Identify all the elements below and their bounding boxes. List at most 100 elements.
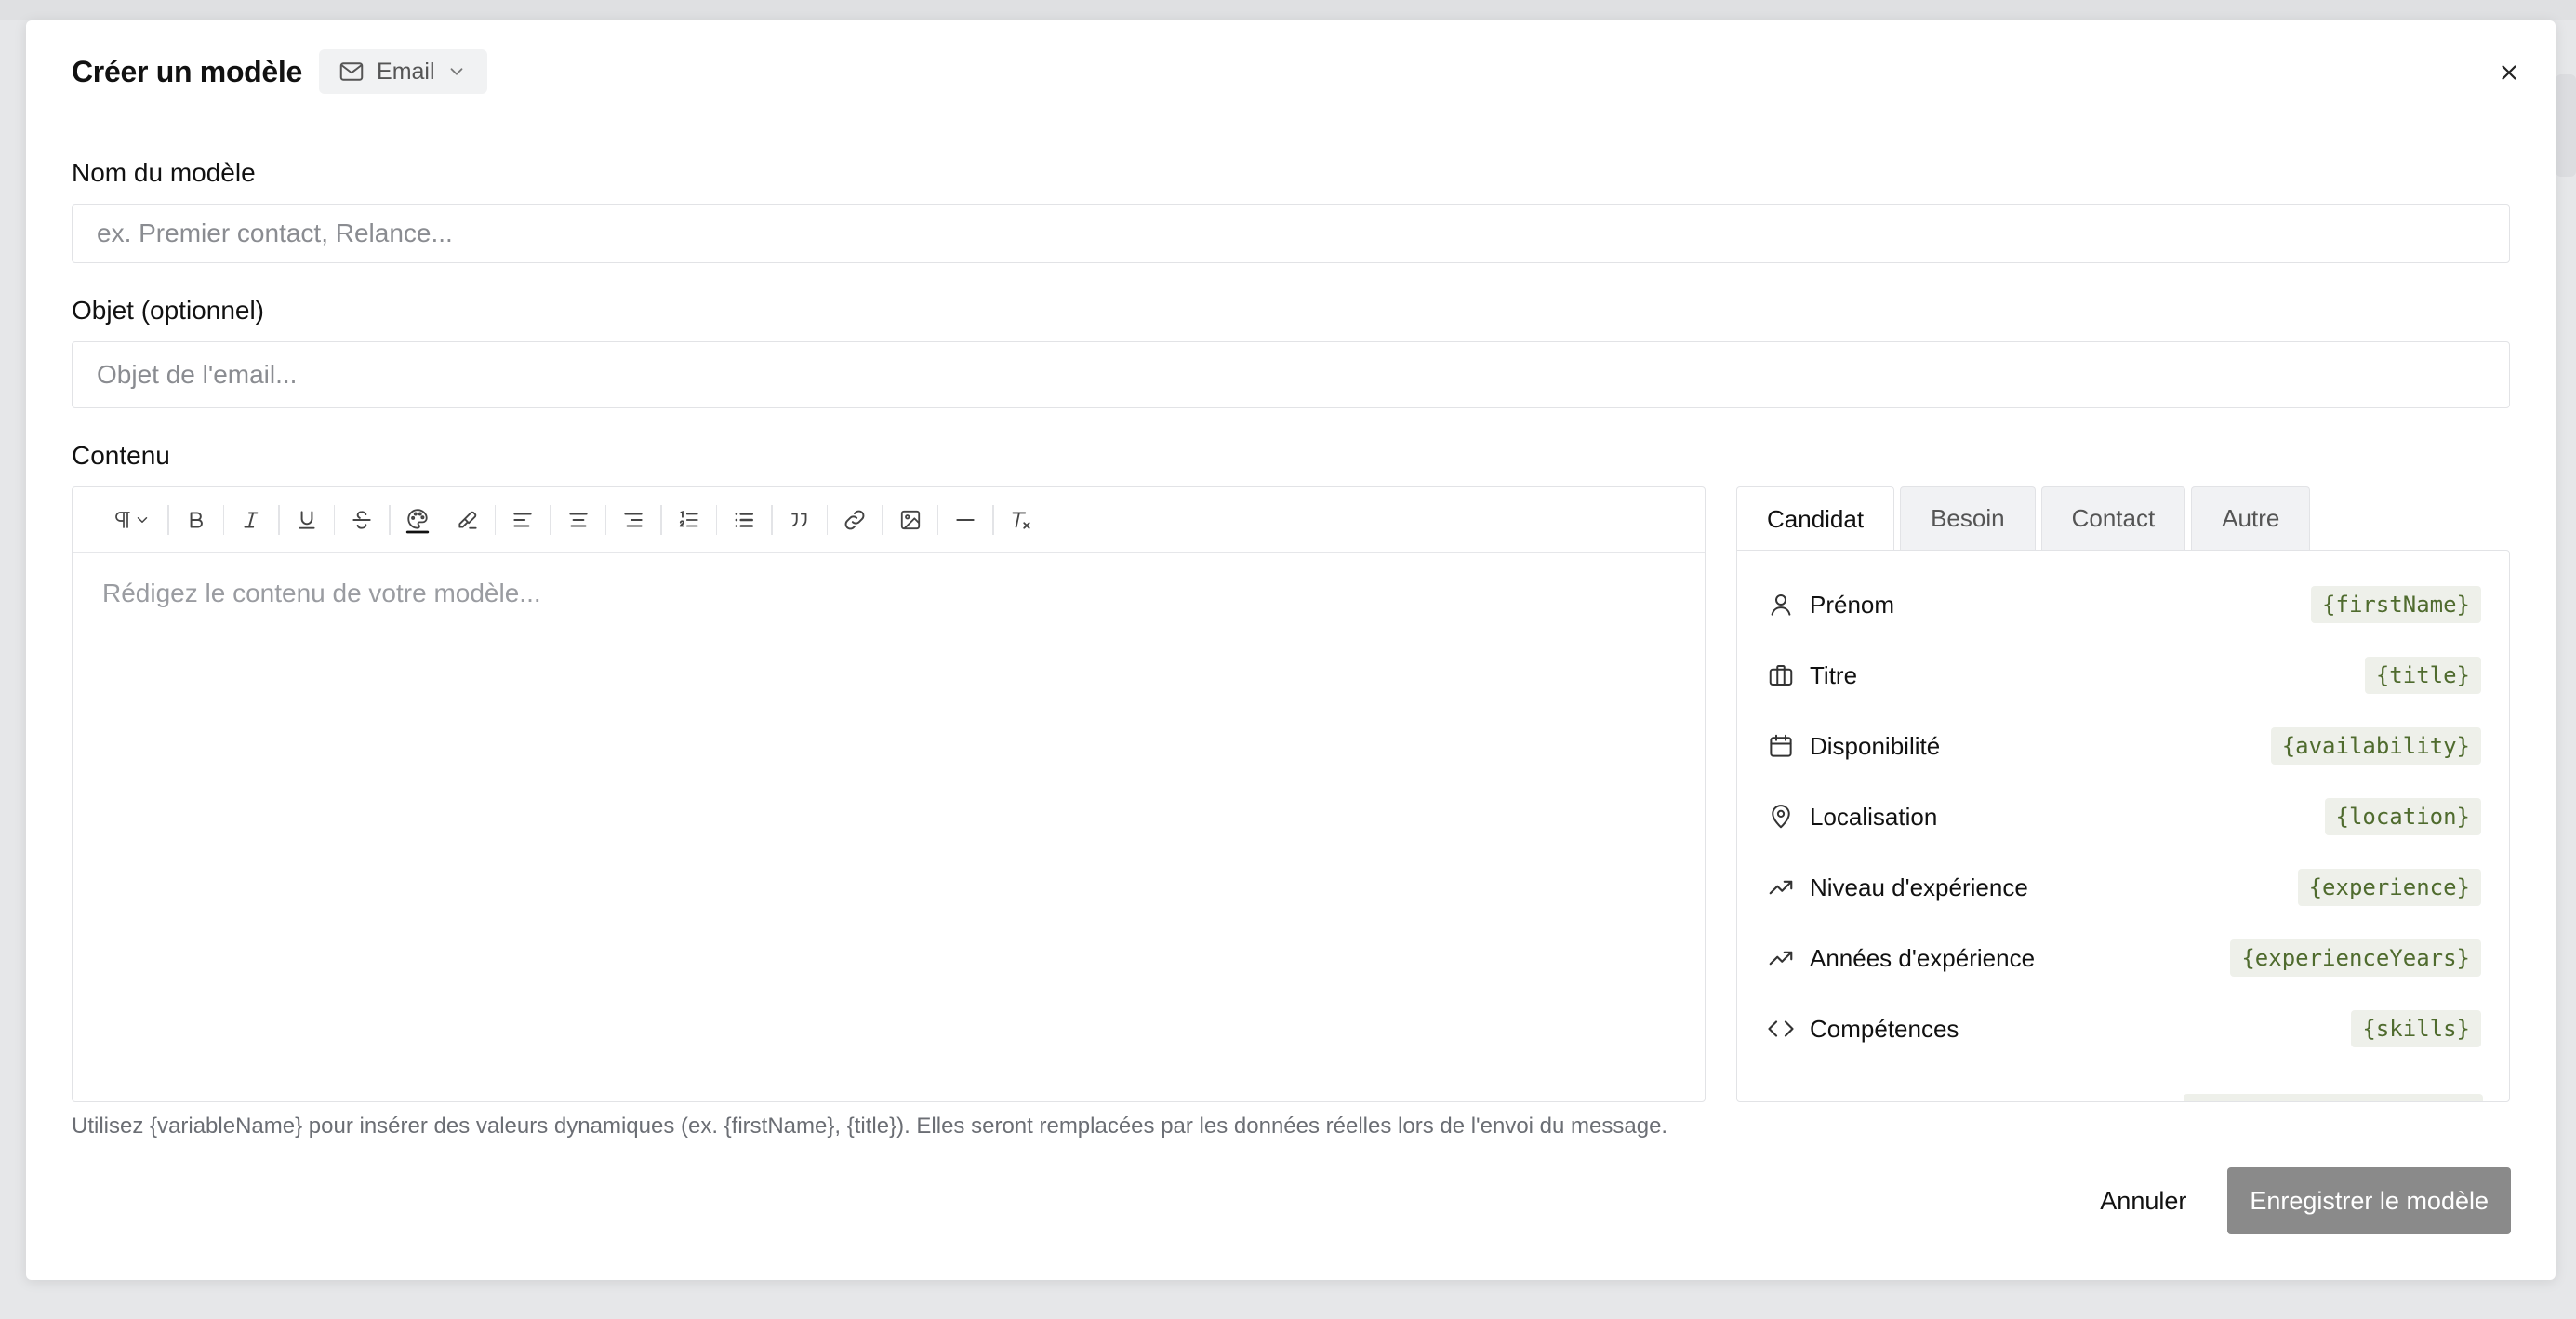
ordered-list-icon (679, 510, 698, 526)
strikethrough-button[interactable] (337, 495, 387, 545)
subject-placeholder: Objet de l'email... (97, 360, 298, 389)
text-color-button[interactable] (392, 495, 443, 545)
italic-icon (244, 511, 259, 528)
underline-button[interactable] (282, 495, 332, 545)
tab-contact[interactable]: Contact (2040, 486, 2186, 550)
underline-icon (298, 510, 315, 529)
link-icon (844, 510, 865, 529)
variable-item-firstname[interactable]: Prénom {firstName} (1737, 569, 2509, 640)
blockquote-icon (790, 513, 806, 526)
variables-list: Prénom {firstName} Titre {title} Disponi… (1736, 550, 2510, 1102)
channel-select[interactable]: Email (319, 49, 487, 94)
bullet-list-button[interactable] (719, 495, 769, 545)
variable-code: {skills} (2351, 1010, 2481, 1047)
bold-icon (190, 511, 203, 528)
cancel-button[interactable]: Annuler (2081, 1167, 2205, 1234)
helper-text: Utilisez {variableName} pour insérer des… (72, 1113, 1668, 1139)
align-left-icon (513, 513, 532, 526)
variable-item-availability[interactable]: Disponibilité {availability} (1737, 711, 2509, 781)
link-button[interactable] (830, 495, 880, 545)
variable-label: Disponibilité (1810, 731, 1941, 760)
blockquote-button[interactable] (775, 495, 825, 545)
variable-code: {title} (2364, 657, 2481, 694)
italic-button[interactable] (226, 495, 276, 545)
calendar-icon (1765, 730, 1797, 762)
toolbar-separator (389, 504, 391, 535)
modal-footer: Annuler Enregistrer le modèle (2081, 1167, 2511, 1234)
variable-code: {firstName} (2311, 586, 2481, 623)
align-right-button[interactable] (608, 495, 658, 545)
toolbar-separator (167, 504, 169, 535)
code-icon (1765, 1013, 1797, 1045)
horizontal-rule-button[interactable] (940, 495, 990, 545)
image-icon (900, 510, 920, 529)
paragraph-style-button[interactable] (97, 495, 166, 545)
variable-code: {experience} (2297, 869, 2481, 906)
variable-label: Titre (1810, 660, 1858, 689)
editor-toolbar (73, 487, 1705, 553)
variable-item-experience[interactable]: Niveau d'expérience {experience} (1737, 852, 2509, 923)
content-label: Contenu (72, 441, 170, 470)
close-button[interactable] (2489, 52, 2530, 93)
close-icon (2502, 65, 2516, 80)
tab-autre[interactable]: Autre (2191, 486, 2311, 550)
template-name-label: Nom du modèle (72, 158, 256, 187)
variable-item-location[interactable]: Localisation {location} (1737, 781, 2509, 852)
tab-candidat[interactable]: Candidat (1736, 486, 1895, 552)
align-right-icon (624, 513, 643, 526)
toolbar-separator (604, 504, 606, 535)
variable-code: {availability} (2270, 727, 2481, 765)
toolbar-separator (936, 504, 938, 535)
editor-content-area[interactable]: Rédigez le contenu de votre modèle... (73, 553, 1705, 634)
horizontal-rule-icon (956, 518, 975, 521)
variable-label: Niveau d'expérience (1810, 873, 2028, 901)
variable-item-skills[interactable]: Compétences {skills} (1737, 993, 2509, 1064)
save-template-button[interactable]: Enregistrer le modèle (2227, 1167, 2511, 1234)
highlight-button[interactable] (443, 495, 493, 545)
variable-code: {location} (2324, 798, 2481, 835)
variable-item-partial (2184, 1094, 2483, 1101)
subject-input[interactable]: Objet de l'email... (72, 341, 2510, 408)
modal-title: Créer un modèle (72, 54, 303, 88)
clear-format-icon (1011, 511, 1030, 529)
map-pin-icon (1765, 801, 1797, 833)
template-name-input[interactable]: ex. Premier contact, Relance... (72, 204, 2510, 263)
channel-label: Email (377, 58, 435, 85)
variables-panel: Candidat Besoin Contact Autre Prénom {fi… (1736, 486, 2510, 1102)
bold-button[interactable] (171, 495, 221, 545)
tab-besoin[interactable]: Besoin (1900, 486, 2036, 550)
clear-format-button[interactable] (996, 495, 1046, 545)
variable-item-title[interactable]: Titre {title} (1737, 640, 2509, 711)
variable-code: {experienceYears} (2230, 939, 2481, 977)
briefcase-icon (1765, 660, 1797, 691)
toolbar-separator (333, 504, 335, 535)
variable-label: Localisation (1810, 802, 1938, 831)
variables-tabs: Candidat Besoin Contact Autre (1736, 486, 2311, 552)
modal-header: Créer un modèle Email (72, 47, 487, 97)
toolbar-separator (992, 504, 994, 535)
variable-item-experience-years[interactable]: Années d'expérience {experienceYears} (1737, 923, 2509, 993)
toolbar-separator (771, 504, 773, 535)
strikethrough-icon (352, 510, 371, 529)
user-icon (1765, 589, 1797, 620)
align-left-button[interactable] (498, 495, 548, 545)
trending-up-icon (1765, 942, 1797, 974)
text-color-icon (405, 508, 429, 533)
variable-label: Compétences (1810, 1014, 1959, 1043)
ordered-list-button[interactable] (664, 495, 714, 545)
toolbar-separator (278, 504, 280, 535)
align-center-button[interactable] (553, 495, 604, 545)
image-button[interactable] (885, 495, 936, 545)
align-center-icon (568, 513, 588, 526)
highlight-icon (458, 511, 477, 529)
toolbar-separator (715, 504, 717, 535)
trending-up-icon (1765, 872, 1797, 903)
create-template-modal: Créer un modèle Email Nom du modèle ex. … (26, 20, 2556, 1280)
bullet-list-icon (735, 512, 753, 527)
variable-label: Années d'expérience (1810, 943, 2036, 972)
rich-text-editor: Rédigez le contenu de votre modèle... (72, 486, 1706, 1102)
toolbar-separator (660, 504, 662, 535)
backdrop-card (2556, 74, 2576, 177)
subject-label: Objet (optionnel) (72, 296, 265, 325)
mail-icon (339, 62, 364, 81)
